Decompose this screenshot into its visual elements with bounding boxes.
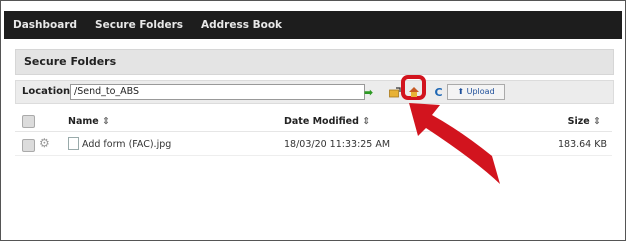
sort-icon: ⇕: [102, 116, 110, 127]
sort-icon: ⇕: [593, 116, 601, 127]
column-name[interactable]: Name ⇕: [68, 116, 110, 127]
gear-icon[interactable]: ⚙: [39, 136, 50, 150]
location-label: Location: [22, 86, 71, 97]
app-frame: Dashboard Secure Folders Address Book Se…: [0, 0, 626, 241]
pointer-arrow-icon: [409, 103, 500, 184]
file-name[interactable]: Add form (FAC).jpg: [82, 139, 171, 150]
file-size: 183.64 KB: [557, 139, 607, 150]
file-icon: [68, 137, 79, 150]
up-folder-icon[interactable]: [388, 86, 401, 98]
divider: [15, 131, 612, 132]
row-checkbox[interactable]: [22, 139, 35, 152]
go-arrow-icon[interactable]: ➡: [362, 86, 375, 99]
upload-label: Upload: [466, 87, 495, 96]
nav-address-book[interactable]: Address Book: [201, 19, 282, 31]
column-size[interactable]: Size ⇕: [568, 116, 601, 127]
top-nav: Dashboard Secure Folders Address Book: [4, 11, 622, 39]
sort-icon: ⇕: [362, 116, 371, 127]
select-all-checkbox[interactable]: [22, 115, 35, 128]
column-date-modified[interactable]: Date Modified ⇕: [284, 116, 370, 127]
location-input[interactable]: /Send_to_ABS: [70, 84, 365, 100]
nav-dashboard[interactable]: Dashboard: [13, 19, 77, 31]
location-bar: Location /Send_to_ABS ➡ C ⬆ Upload: [15, 75, 614, 104]
nav-secure-folders[interactable]: Secure Folders: [95, 19, 183, 31]
divider: [15, 155, 612, 156]
page-title: Secure Folders: [24, 55, 117, 68]
file-date: 18/03/20 11:33:25 AM: [284, 139, 391, 150]
section-header: Secure Folders: [15, 49, 614, 75]
upload-icon: ⬆: [457, 87, 465, 96]
